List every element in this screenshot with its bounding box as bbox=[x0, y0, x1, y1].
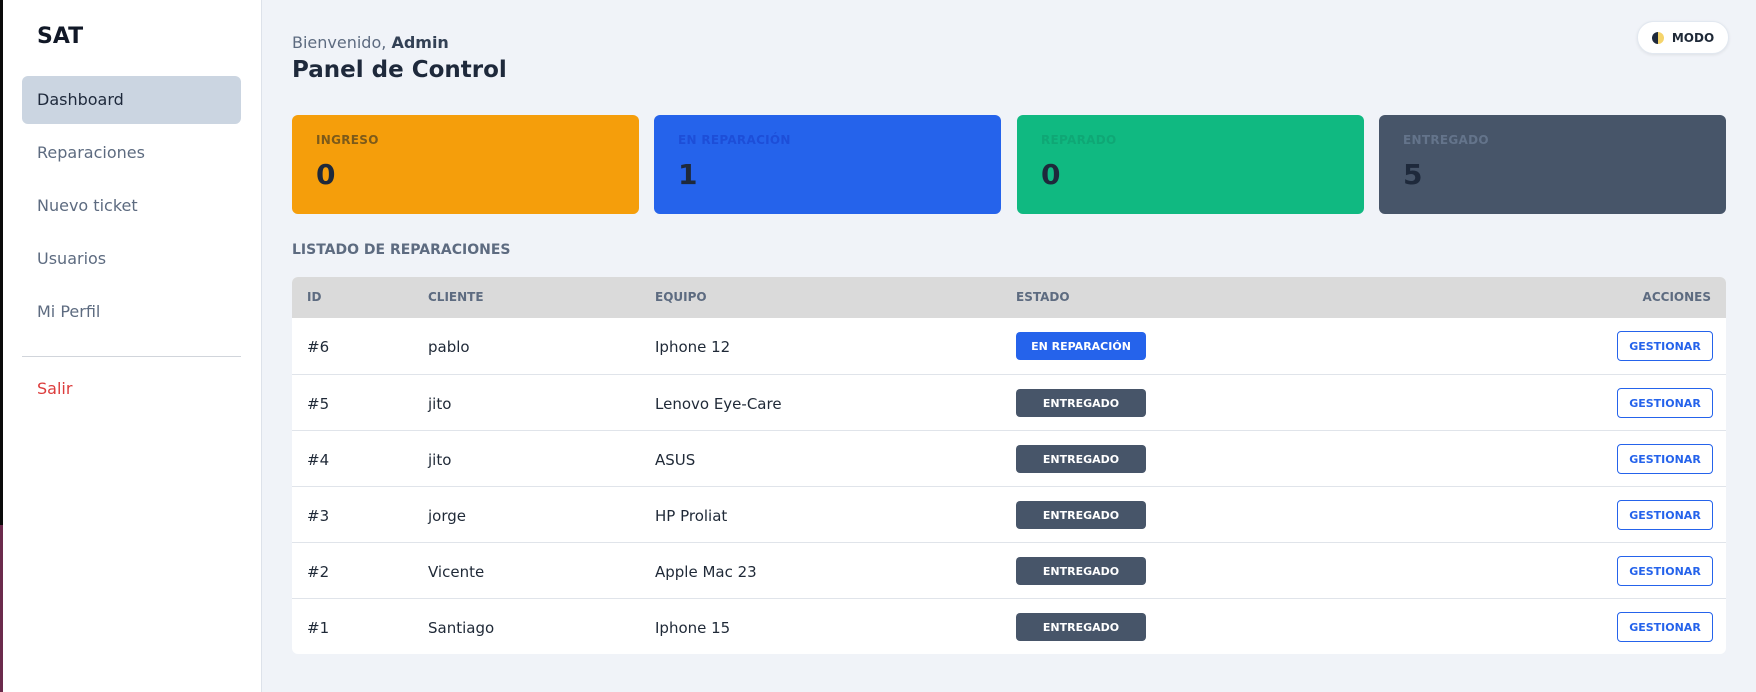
gestionar-button[interactable]: GESTIONAR bbox=[1617, 444, 1713, 474]
table-row: #5 jito Lenovo Eye-Care ENTREGADO GESTIONAR bbox=[292, 374, 1726, 430]
stat-label: ENTREGADO bbox=[1403, 133, 1489, 147]
sidebar-item-usuarios[interactable]: Usuarios bbox=[22, 235, 241, 283]
stat-card-reparado: REPARADO 0 bbox=[1017, 115, 1364, 214]
sidebar-item-reparaciones[interactable]: Reparaciones bbox=[22, 129, 241, 177]
column-header-cliente: CLIENTE bbox=[428, 290, 484, 304]
cell-cliente: jito bbox=[428, 451, 452, 469]
sidebar-item-mi-perfil[interactable]: Mi Perfil bbox=[22, 288, 241, 336]
logout-link[interactable]: Salir bbox=[37, 379, 72, 398]
section-title: LISTADO DE REPARACIONES bbox=[292, 242, 511, 258]
cell-id: #6 bbox=[307, 338, 330, 356]
cell-cliente: pablo bbox=[428, 338, 470, 356]
table-row: #1 Santiago Iphone 15 ENTREGADO GESTIONAR bbox=[292, 598, 1726, 654]
gestionar-button[interactable]: GESTIONAR bbox=[1617, 388, 1713, 418]
table-row: #6 pablo Iphone 12 EN REPARACIÓN GESTIONAR bbox=[292, 318, 1726, 374]
table-row: #2 Vicente Apple Mac 23 ENTREGADO GESTIONAR bbox=[292, 542, 1726, 598]
welcome-text: Bienvenido, Admin bbox=[292, 33, 449, 52]
cell-id: #2 bbox=[307, 563, 330, 581]
column-header-id: ID bbox=[307, 290, 322, 304]
gestionar-button[interactable]: GESTIONAR bbox=[1617, 500, 1713, 530]
cell-id: #4 bbox=[307, 451, 330, 469]
status-badge: ENTREGADO bbox=[1016, 389, 1146, 417]
status-badge: ENTREGADO bbox=[1016, 613, 1146, 641]
stat-label: REPARADO bbox=[1041, 133, 1117, 147]
stat-label: EN REPARACIÓN bbox=[678, 133, 791, 147]
sidebar-divider bbox=[22, 356, 241, 357]
column-header-estado: ESTADO bbox=[1016, 290, 1070, 304]
main-content: Bienvenido, Admin Panel de Control MODO … bbox=[262, 0, 1756, 692]
theme-mode-button[interactable]: MODO bbox=[1637, 21, 1729, 54]
gestionar-button[interactable]: GESTIONAR bbox=[1617, 612, 1713, 642]
stat-label: INGRESO bbox=[316, 133, 379, 147]
status-badge: EN REPARACIÓN bbox=[1016, 332, 1146, 360]
cell-equipo: Iphone 15 bbox=[655, 619, 731, 637]
stat-value: 0 bbox=[316, 158, 336, 191]
sidebar-item-nuevo-ticket[interactable]: Nuevo ticket bbox=[22, 182, 241, 230]
stat-card-ingreso: INGRESO 0 bbox=[292, 115, 639, 214]
table-row: #3 jorge HP Proliat ENTREGADO GESTIONAR bbox=[292, 486, 1726, 542]
stat-card-en-reparacion: EN REPARACIÓN 1 bbox=[654, 115, 1001, 214]
page-title: Panel de Control bbox=[292, 57, 507, 83]
table-header: ID CLIENTE EQUIPO ESTADO ACCIONES bbox=[292, 277, 1726, 318]
sidebar-nav: Dashboard Reparaciones Nuevo ticket Usua… bbox=[22, 76, 241, 341]
welcome-user: Admin bbox=[391, 33, 449, 52]
brand-logo: SAT bbox=[37, 24, 84, 49]
cell-equipo: HP Proliat bbox=[655, 507, 728, 525]
cell-cliente: jito bbox=[428, 395, 452, 413]
mode-button-label: MODO bbox=[1671, 30, 1715, 45]
stats-cards: INGRESO 0 EN REPARACIÓN 1 REPARADO 0 ENT… bbox=[292, 115, 1726, 214]
cell-id: #3 bbox=[307, 507, 330, 525]
repairs-table: ID CLIENTE EQUIPO ESTADO ACCIONES #6 pabl… bbox=[292, 277, 1726, 654]
sidebar: SAT Dashboard Reparaciones Nuevo ticket … bbox=[3, 0, 262, 692]
status-badge: ENTREGADO bbox=[1016, 501, 1146, 529]
cell-cliente: Vicente bbox=[428, 563, 485, 581]
welcome-prefix: Bienvenido, bbox=[292, 33, 387, 52]
table-row: #4 jito ASUS ENTREGADO GESTIONAR bbox=[292, 430, 1726, 486]
column-header-acciones: ACCIONES bbox=[1642, 290, 1711, 304]
cell-equipo: ASUS bbox=[655, 451, 696, 469]
cell-id: #5 bbox=[307, 395, 330, 413]
status-badge: ENTREGADO bbox=[1016, 445, 1146, 473]
cell-cliente: jorge bbox=[428, 507, 466, 525]
stat-value: 5 bbox=[1403, 158, 1423, 191]
cell-equipo: Apple Mac 23 bbox=[655, 563, 757, 581]
cell-equipo: Lenovo Eye-Care bbox=[655, 395, 782, 413]
cell-id: #1 bbox=[307, 619, 330, 637]
half-moon-icon bbox=[1651, 31, 1664, 44]
gestionar-button[interactable]: GESTIONAR bbox=[1617, 556, 1713, 586]
column-header-equipo: EQUIPO bbox=[655, 290, 707, 304]
cell-cliente: Santiago bbox=[428, 619, 495, 637]
sidebar-item-dashboard[interactable]: Dashboard bbox=[22, 76, 241, 124]
gestionar-button[interactable]: GESTIONAR bbox=[1617, 331, 1713, 361]
stat-value: 1 bbox=[678, 158, 698, 191]
stat-value: 0 bbox=[1041, 158, 1061, 191]
table-body: #6 pablo Iphone 12 EN REPARACIÓN GESTIONAR #5… bbox=[292, 318, 1726, 654]
status-badge: ENTREGADO bbox=[1016, 557, 1146, 585]
stat-card-entregado: ENTREGADO 5 bbox=[1379, 115, 1726, 214]
cell-equipo: Iphone 12 bbox=[655, 338, 731, 356]
